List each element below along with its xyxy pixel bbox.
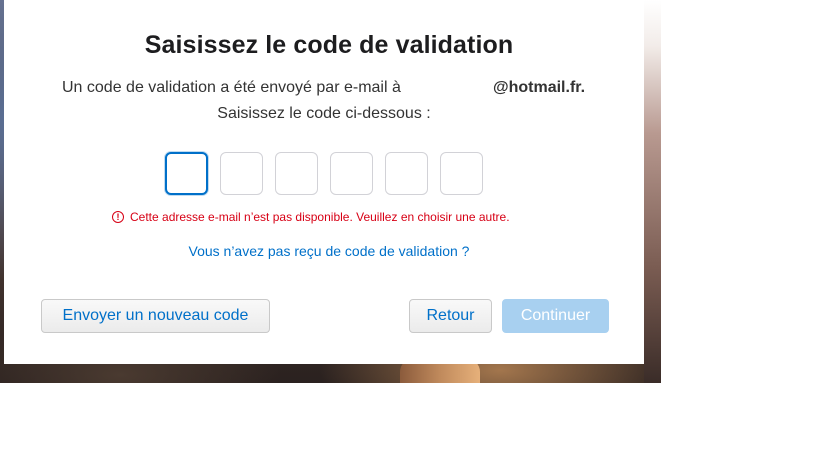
continue-button[interactable]: Continuer (502, 299, 609, 333)
error-text: Cette adresse e-mail n’est pas disponibl… (130, 210, 510, 224)
code-digit-2[interactable] (220, 152, 263, 195)
code-digit-3[interactable] (275, 152, 318, 195)
back-button[interactable]: Retour (409, 299, 492, 333)
enter-code-instruction: Saisissez le code ci-dessous : (217, 105, 431, 122)
code-digit-6[interactable] (440, 152, 483, 195)
error-message: ! Cette adresse e-mail n’est pas disponi… (112, 210, 510, 224)
code-digit-4[interactable] (330, 152, 373, 195)
validation-dialog: Saisissez le code de validation Un code … (4, 0, 644, 364)
code-digit-1[interactable] (165, 152, 208, 195)
code-digit-5[interactable] (385, 152, 428, 195)
error-icon: ! (112, 211, 124, 223)
sent-message: Un code de validation a été envoyé par e… (62, 79, 401, 96)
send-new-code-button[interactable]: Envoyer un nouveau code (41, 299, 270, 333)
dialog-title: Saisissez le code de validation (144, 31, 514, 59)
email-address: @hotmail.fr. (493, 79, 586, 96)
resend-code-link[interactable]: Vous n’avez pas reçu de code de validati… (4, 243, 654, 259)
